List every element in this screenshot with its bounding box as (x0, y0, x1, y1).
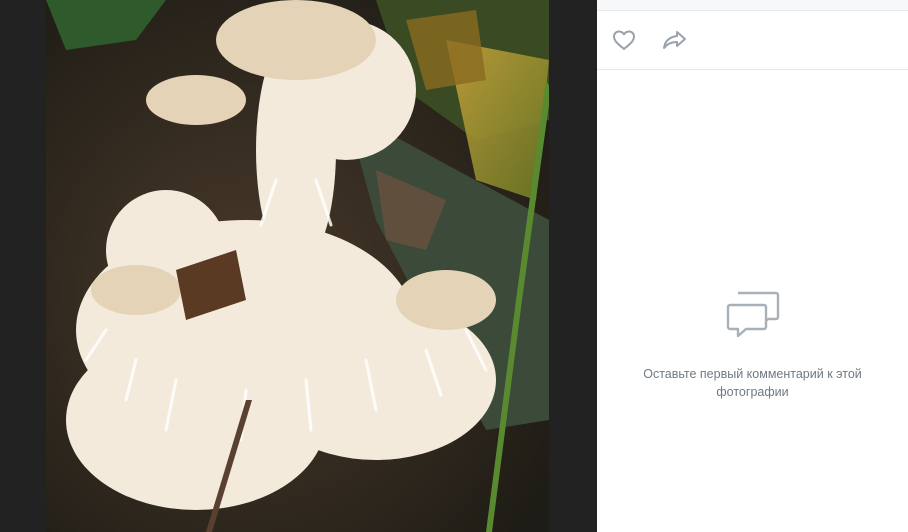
share-arrow-icon (663, 31, 686, 49)
panel-top-strip (597, 0, 908, 11)
share-button[interactable] (662, 28, 688, 52)
photo-side-panel: Оставьте первый комментарий к этой фотог… (597, 0, 908, 532)
photo-image (46, 0, 549, 532)
speech-bubbles-icon (726, 291, 779, 338)
comments-empty-state: Оставьте первый комментарий к этой фотог… (597, 290, 908, 401)
photo[interactable] (46, 0, 549, 532)
heart-icon (613, 30, 635, 50)
photo-viewer (0, 0, 597, 532)
photo-actions-bar (597, 11, 908, 70)
like-button[interactable] (611, 28, 637, 52)
comments-empty-text: Оставьте первый комментарий к этой фотог… (643, 367, 862, 399)
